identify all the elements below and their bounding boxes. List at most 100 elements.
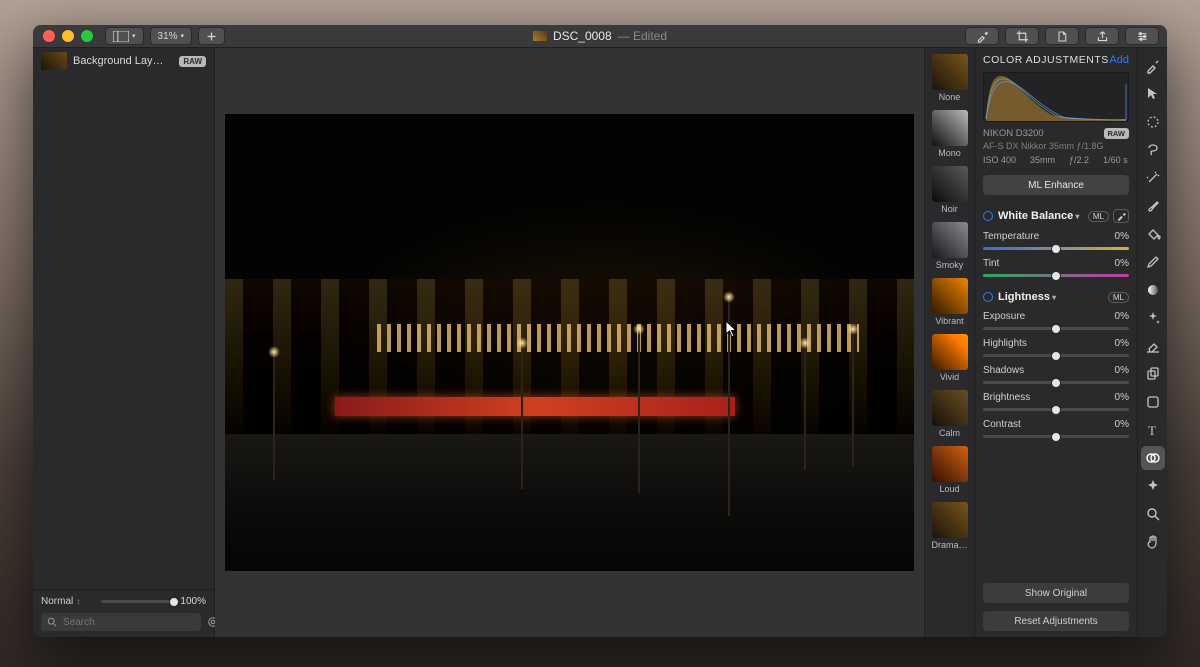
zoom-dropdown[interactable]: 31%▾ bbox=[150, 27, 193, 45]
preset-strip: None Mono Noir Smoky Vibrant Vivid Calm … bbox=[924, 48, 974, 637]
temperature-slider[interactable] bbox=[983, 247, 1129, 250]
opacity-knob[interactable] bbox=[169, 597, 179, 607]
canvas-image bbox=[225, 114, 914, 571]
eraser-tool[interactable] bbox=[1141, 334, 1165, 358]
raw-badge: RAW bbox=[179, 56, 206, 67]
marquee-tool[interactable] bbox=[1141, 110, 1165, 134]
brightness-slider[interactable] bbox=[983, 408, 1129, 411]
temperature-value: 0% bbox=[1115, 231, 1129, 242]
settings-button[interactable] bbox=[1125, 27, 1159, 45]
ml-badge[interactable]: ML bbox=[1088, 211, 1109, 222]
blend-opacity-row: Normal 100% bbox=[41, 596, 206, 607]
titlebar-right-controls bbox=[965, 27, 1167, 45]
magic-wand-tool[interactable] bbox=[1141, 166, 1165, 190]
brightness-label: Brightness bbox=[983, 392, 1030, 403]
preset-noir[interactable]: Noir bbox=[931, 166, 968, 214]
reset-adjustments-button[interactable]: Reset Adjustments bbox=[983, 611, 1129, 631]
tools-sidebar: T bbox=[1137, 48, 1167, 637]
crop-button[interactable] bbox=[1005, 27, 1039, 45]
temperature-knob[interactable] bbox=[1051, 244, 1061, 254]
share-button[interactable] bbox=[1085, 27, 1119, 45]
shadows-slider[interactable] bbox=[983, 381, 1129, 384]
exposure-metadata: ISO 400 35mm ƒ/2.2 1/60 s bbox=[983, 155, 1129, 165]
app-window: ▾ 31%▾ DSC_0008 — Edited bbox=[33, 25, 1167, 637]
adjustments-title: COLOR ADJUSTMENTS bbox=[983, 54, 1109, 66]
effects-tool[interactable] bbox=[1141, 474, 1165, 498]
scene-image bbox=[225, 114, 914, 571]
adjustments-header: COLOR ADJUSTMENTS Add bbox=[983, 54, 1129, 66]
preset-loud[interactable]: Loud bbox=[931, 446, 968, 494]
text-tool[interactable]: T bbox=[1141, 418, 1165, 442]
canvas[interactable] bbox=[215, 48, 924, 637]
pointer-color-tool[interactable] bbox=[1141, 54, 1165, 78]
close-window-button[interactable] bbox=[43, 30, 55, 42]
layers-search-input[interactable] bbox=[63, 617, 195, 628]
layer-thumbnail bbox=[41, 52, 67, 70]
preset-vibrant[interactable]: Vibrant bbox=[931, 278, 968, 326]
lightness-section: Lightness ML Exposure0% Highlights0% Sha… bbox=[983, 291, 1129, 438]
svg-text:T: T bbox=[1148, 423, 1156, 438]
layers-sidebar: Background Lay… RAW Normal 100% bbox=[33, 48, 215, 637]
white-balance-toggle[interactable] bbox=[983, 211, 993, 221]
layers-footer: Normal 100% bbox=[33, 589, 214, 637]
preset-smoky[interactable]: Smoky bbox=[931, 222, 968, 270]
pencil-tool[interactable] bbox=[1141, 250, 1165, 274]
camera-model: NIKON D3200 RAW bbox=[983, 128, 1129, 139]
preset-calm[interactable]: Calm bbox=[931, 390, 968, 438]
shape-tool[interactable] bbox=[1141, 390, 1165, 414]
white-balance-eyedropper[interactable] bbox=[1113, 209, 1129, 223]
blend-mode-label: Normal bbox=[41, 596, 73, 607]
arrow-tool[interactable] bbox=[1141, 82, 1165, 106]
layer-row[interactable]: Background Lay… RAW bbox=[33, 48, 214, 74]
gradient-tool[interactable] bbox=[1141, 278, 1165, 302]
exposure-value: 0% bbox=[1115, 311, 1129, 322]
color-adjust-tool[interactable] bbox=[1141, 446, 1165, 470]
preset-mono[interactable]: Mono bbox=[931, 110, 968, 158]
shadows-label: Shadows bbox=[983, 365, 1024, 376]
layer-name: Background Lay… bbox=[73, 55, 173, 67]
brush-tool[interactable] bbox=[1141, 194, 1165, 218]
bucket-tool[interactable] bbox=[1141, 222, 1165, 246]
sparkle-tool[interactable] bbox=[1141, 306, 1165, 330]
add-layer-button[interactable] bbox=[198, 27, 225, 45]
adjustments-panel: COLOR ADJUSTMENTS Add NIKON D3200 RAW AF… bbox=[974, 48, 1137, 637]
clone-tool[interactable] bbox=[1141, 362, 1165, 386]
blend-mode-select[interactable]: Normal bbox=[41, 596, 95, 607]
lightness-title[interactable]: Lightness bbox=[998, 291, 1056, 303]
highlights-label: Highlights bbox=[983, 338, 1027, 349]
tint-value: 0% bbox=[1115, 258, 1129, 269]
adjustments-add-button[interactable]: Add bbox=[1109, 54, 1129, 66]
shadows-value: 0% bbox=[1115, 365, 1129, 376]
tint-slider[interactable] bbox=[983, 274, 1129, 277]
document-name: DSC_0008 bbox=[553, 29, 612, 43]
show-original-button[interactable]: Show Original bbox=[983, 583, 1129, 603]
tint-knob[interactable] bbox=[1051, 271, 1061, 281]
layers-search[interactable] bbox=[41, 613, 201, 631]
highlights-value: 0% bbox=[1115, 338, 1129, 349]
titlebar-left-controls: ▾ 31%▾ bbox=[105, 27, 225, 45]
opacity-slider[interactable] bbox=[101, 600, 174, 603]
white-balance-title[interactable]: White Balance bbox=[998, 210, 1079, 222]
fullscreen-window-button[interactable] bbox=[81, 30, 93, 42]
tint-label: Tint bbox=[983, 258, 999, 269]
highlights-slider[interactable] bbox=[983, 354, 1129, 357]
eyedropper-button[interactable] bbox=[965, 27, 999, 45]
hand-tool[interactable] bbox=[1141, 530, 1165, 554]
preset-drama[interactable]: Drama… bbox=[931, 502, 968, 550]
ml-enhance-button[interactable]: ML Enhance bbox=[983, 175, 1129, 195]
lightness-toggle[interactable] bbox=[983, 292, 993, 302]
zoom-tool[interactable] bbox=[1141, 502, 1165, 526]
temperature-label: Temperature bbox=[983, 231, 1039, 242]
ml-badge-lightness[interactable]: ML bbox=[1108, 292, 1129, 303]
export-button[interactable] bbox=[1045, 27, 1079, 45]
main-content: Background Lay… RAW Normal 100% bbox=[33, 48, 1167, 637]
preset-vivid[interactable]: Vivid bbox=[931, 334, 968, 382]
lasso-tool[interactable] bbox=[1141, 138, 1165, 162]
sidebar-toggle-button[interactable]: ▾ bbox=[105, 27, 144, 45]
exposure-slider[interactable] bbox=[983, 327, 1129, 330]
raw-badge-meta: RAW bbox=[1104, 128, 1130, 139]
minimize-window-button[interactable] bbox=[62, 30, 74, 42]
contrast-slider[interactable] bbox=[983, 435, 1129, 438]
white-balance-section: White Balance ML Temperature 0% Tint 0% bbox=[983, 209, 1129, 277]
preset-none[interactable]: None bbox=[931, 54, 968, 102]
